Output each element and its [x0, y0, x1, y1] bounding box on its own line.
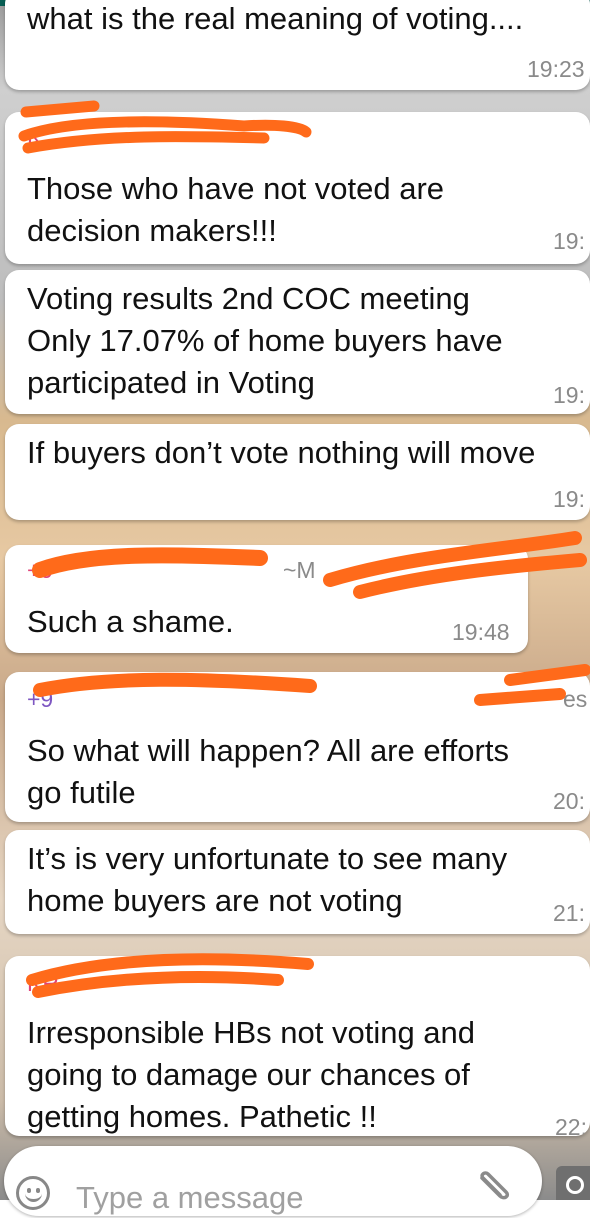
paperclip-icon[interactable] [474, 1170, 514, 1206]
message-bubble[interactable]: what is the real meaning of voting.... 1… [5, 0, 590, 90]
message-time: 21: [553, 900, 585, 926]
smiley-icon[interactable] [16, 1176, 50, 1210]
message-text: If buyers don’t vote nothing will move [27, 435, 536, 470]
message-text: It’s is very unfortunate to see many hom… [27, 841, 508, 918]
message-text: Voting results 2nd COC meeting Only 17.0… [27, 281, 503, 400]
composer-box[interactable] [4, 1146, 542, 1218]
redaction-scribble [32, 531, 587, 599]
camera-icon[interactable] [556, 1166, 590, 1200]
message-bubble[interactable]: Voting results 2nd COC meeting Only 17.0… [5, 270, 590, 414]
message-text: Those who have not voted are decision ma… [27, 171, 445, 248]
redaction-scribble [26, 953, 314, 998]
message-time: 19: [553, 486, 585, 512]
message-time: 19:48 [452, 619, 510, 645]
message-bubble[interactable]: It’s is very unfortunate to see many hom… [5, 830, 590, 934]
message-time: 22: [555, 1114, 587, 1136]
message-time: 19: [553, 228, 585, 254]
message-text: So what will happen? All are efforts go … [27, 733, 509, 810]
message-text: what is the real meaning of voting.... [27, 1, 524, 36]
message-input[interactable] [76, 1178, 426, 1218]
message-composer [0, 1138, 590, 1218]
message-bubble[interactable]: If buyers don’t vote nothing will move 1… [5, 424, 590, 520]
message-text: Irresponsible HBs not voting and going t… [27, 1015, 476, 1134]
redaction-scribble [18, 100, 312, 154]
message-time: 20: [553, 788, 585, 814]
message-time: 19:23 [527, 56, 585, 82]
redaction-scribble [33, 664, 590, 706]
message-time: 19: [553, 382, 585, 408]
